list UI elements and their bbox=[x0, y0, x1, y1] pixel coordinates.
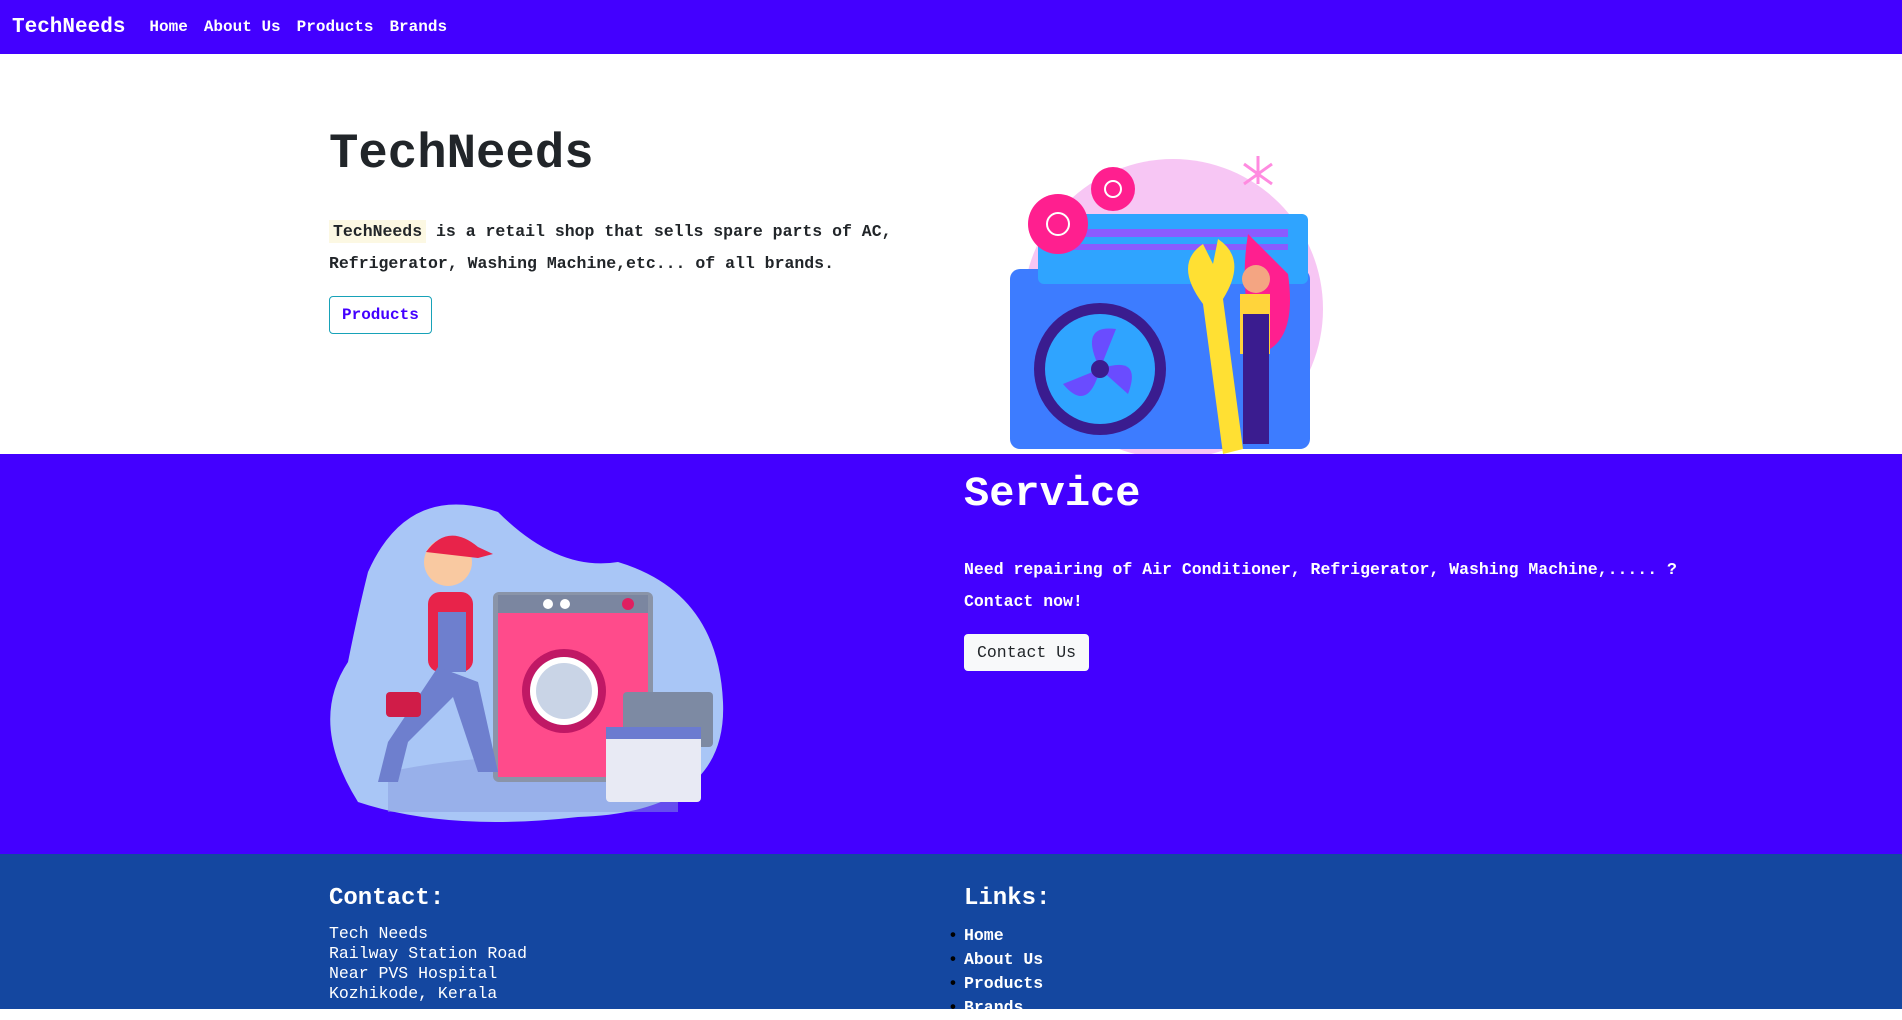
nav-about-us[interactable]: About Us bbox=[204, 18, 281, 36]
products-button[interactable]: Products bbox=[329, 296, 432, 334]
service-text-line2: Contact now! bbox=[964, 592, 1083, 611]
address-line: Railway Station Road bbox=[329, 944, 528, 963]
service-section: Service Need repairing of Air Conditione… bbox=[0, 454, 1902, 854]
footer-contact: Contact: Tech Needs Railway Station Road… bbox=[329, 884, 527, 1004]
footer-link-brands[interactable]: Brands bbox=[948, 996, 1050, 1020]
hero-text-line1: is a retail shop that sells spare parts … bbox=[426, 222, 892, 241]
service-title: Service bbox=[964, 470, 1141, 518]
contact-heading: Contact: bbox=[329, 885, 445, 912]
hero-text-line2: Refrigerator, Washing Machine,etc... of … bbox=[329, 254, 834, 273]
footer-link-products[interactable]: Products bbox=[948, 972, 1050, 996]
navbar: TechNeeds Home About Us Products Brands bbox=[0, 0, 1902, 54]
highlight-brand: TechNeeds bbox=[329, 220, 427, 243]
service-content: Service Need repairing of Air Conditione… bbox=[964, 464, 1764, 671]
ac-repair-illustration bbox=[1010, 156, 1323, 459]
hero-title: TechNeeds bbox=[329, 126, 594, 182]
hero-section: TechNeeds TechNeeds is a retail shop tha… bbox=[0, 54, 1902, 459]
nav-brands[interactable]: Brands bbox=[389, 18, 447, 36]
contact-us-button[interactable]: Contact Us bbox=[964, 634, 1090, 671]
footer: Contact: Tech Needs Railway Station Road… bbox=[0, 854, 1902, 1020]
address-line: Kozhikode, Kerala bbox=[329, 984, 498, 1003]
service-description: Need repairing of Air Conditioner, Refri… bbox=[964, 554, 1764, 618]
footer-link-home[interactable]: Home bbox=[948, 924, 1050, 948]
address-line: Tech Needs bbox=[329, 924, 429, 943]
brand-link[interactable]: TechNeeds bbox=[12, 16, 125, 39]
nav-home[interactable]: Home bbox=[149, 18, 187, 36]
address-line: Near PVS Hospital bbox=[329, 964, 498, 983]
nav-products[interactable]: Products bbox=[297, 18, 374, 36]
links-heading: Links: bbox=[964, 885, 1051, 912]
footer-links-list: Home About Us Products Brands bbox=[948, 924, 1050, 1020]
footer-link-about-us[interactable]: About Us bbox=[948, 948, 1050, 972]
footer-links: Links: Home About Us Products Brands bbox=[948, 884, 1051, 1020]
hero-content: TechNeeds TechNeeds is a retail shop tha… bbox=[329, 124, 929, 334]
hero-description: TechNeeds is a retail shop that sells sp… bbox=[329, 216, 929, 280]
washing-machine-repair-illustration bbox=[330, 504, 724, 822]
service-text-line1: Need repairing of Air Conditioner, Refri… bbox=[964, 560, 1677, 579]
